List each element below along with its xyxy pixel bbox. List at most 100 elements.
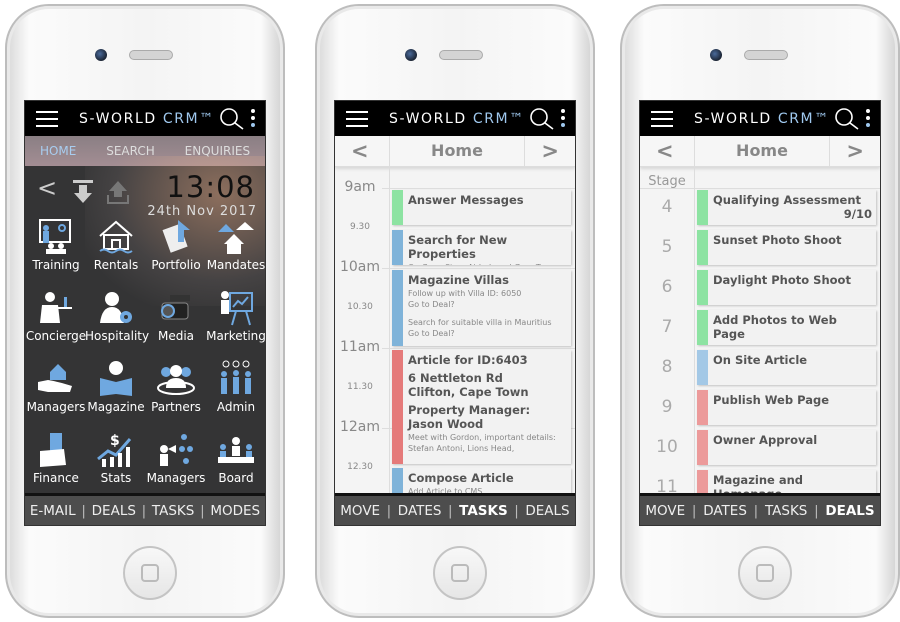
app-title-main: S-WORLD bbox=[79, 111, 157, 127]
tile-label: Training bbox=[32, 258, 80, 272]
event-note bbox=[408, 310, 567, 318]
next-button[interactable]: > bbox=[541, 139, 559, 163]
tile-hospitality[interactable]: Hospitality bbox=[85, 289, 150, 343]
stage-number: 9 bbox=[661, 397, 673, 417]
more-options-icon[interactable] bbox=[561, 109, 565, 130]
more-options-icon[interactable] bbox=[251, 109, 255, 130]
stage-header: Stage bbox=[648, 174, 686, 189]
training-icon bbox=[39, 219, 71, 254]
separator: | bbox=[814, 502, 819, 519]
screen-2: S-WORLD CRM™ < Home >9am 9.30 10am 10.30 11am 1… bbox=[334, 100, 576, 526]
tile-portfolio[interactable]: Portfolio bbox=[145, 218, 207, 272]
event-title: Magazine Villas bbox=[408, 273, 509, 287]
tile-concierge[interactable]: Concierge bbox=[25, 289, 87, 343]
home-button[interactable] bbox=[433, 546, 487, 600]
tile-label: Managers bbox=[26, 400, 86, 414]
tile-label: Hospitality bbox=[85, 329, 150, 343]
prev-button[interactable]: < bbox=[351, 139, 369, 163]
search-icon[interactable] bbox=[834, 107, 860, 131]
tab-home[interactable]: HOME bbox=[40, 144, 76, 158]
bottom-dates-button[interactable]: DATES bbox=[703, 503, 747, 519]
deal-title: Publish Web Page bbox=[713, 393, 829, 407]
deal-card[interactable]: Daylight Photo Shoot bbox=[697, 270, 876, 305]
tile-media[interactable]: Media bbox=[145, 289, 207, 343]
download-icon[interactable] bbox=[72, 179, 94, 205]
more-options-icon[interactable] bbox=[866, 109, 870, 130]
bottom-bar: MOVE | DATES | TASKS | DEALS bbox=[640, 493, 880, 525]
time-label: 10am bbox=[339, 259, 381, 275]
deal-card[interactable]: Sunset Photo Shoot bbox=[697, 230, 876, 265]
deal-title: Daylight Photo Shoot bbox=[713, 273, 851, 287]
search-icon[interactable] bbox=[529, 107, 555, 131]
tab-enquiries[interactable]: ENQUIRIES bbox=[185, 144, 250, 158]
tile-partners[interactable]: Partners bbox=[145, 360, 207, 414]
bottom-tasks-button[interactable]: TASKS bbox=[152, 503, 194, 519]
tile-managers[interactable]: Managers bbox=[25, 360, 87, 414]
tile-marketing[interactable]: Marketing bbox=[205, 289, 265, 343]
bottom-e-mail-button[interactable]: E-MAIL bbox=[30, 503, 76, 519]
event-detail: 6 Nettleton Rd bbox=[408, 371, 503, 385]
tab-search[interactable]: SEARCH bbox=[106, 144, 155, 158]
hour-line bbox=[382, 268, 575, 269]
bottom-deals-button[interactable]: DEALS bbox=[92, 503, 136, 519]
deal-color-bar bbox=[697, 390, 708, 425]
bottom-tasks-button[interactable]: TASKS bbox=[765, 503, 807, 519]
deal-card[interactable]: Owner Approval bbox=[697, 430, 876, 465]
time-label: 10.30 bbox=[347, 302, 373, 312]
separator: | bbox=[448, 502, 453, 519]
hour-line bbox=[382, 188, 575, 189]
phone-3: S-WORLD CRM™ < Home > Stage 4 Qualifying Asse… bbox=[620, 4, 900, 618]
event-card[interactable]: Magazine Villas Follow up with Villa ID: … bbox=[392, 270, 571, 346]
upload-icon[interactable] bbox=[107, 179, 129, 205]
house-icon bbox=[99, 220, 133, 254]
time-label: 9am bbox=[344, 179, 376, 195]
bottom-move-button[interactable]: MOVE bbox=[645, 503, 685, 519]
deal-card[interactable]: Add Photos to Web Page bbox=[697, 310, 876, 345]
phone-2: S-WORLD CRM™ < Home >9am 9.30 10am 10.30 11am 1… bbox=[315, 4, 595, 618]
tile-mandates[interactable]: Mandates bbox=[205, 218, 265, 272]
bottom-modes-button[interactable]: MODES bbox=[210, 503, 260, 519]
app-header: S-WORLD CRM™ bbox=[25, 101, 265, 136]
tile-label: Board bbox=[218, 471, 254, 485]
tile-board[interactable]: Board bbox=[205, 431, 265, 485]
app-title-accent: CRM™ bbox=[162, 111, 215, 127]
camera bbox=[95, 49, 107, 61]
event-card[interactable]: Article for ID:6403 6 Nettleton Rd Clifton… bbox=[392, 350, 571, 464]
separator: | bbox=[386, 502, 392, 519]
event-note: Search for suitable villa in Mauritius bbox=[408, 318, 552, 327]
home-button[interactable] bbox=[738, 546, 792, 600]
menu-icon[interactable] bbox=[346, 111, 368, 127]
separator: | bbox=[81, 502, 86, 519]
back-button[interactable]: < bbox=[37, 174, 57, 202]
tile-stats[interactable]: $ Stats bbox=[85, 431, 147, 485]
home-button[interactable] bbox=[123, 546, 177, 600]
bottom-dates-button[interactable]: DATES bbox=[398, 503, 442, 519]
event-note: Stefan Antoni, Lions Head, bbox=[408, 443, 515, 453]
tile-rentals[interactable]: Rentals bbox=[85, 218, 147, 272]
menu-icon[interactable] bbox=[36, 111, 58, 127]
prev-button[interactable]: < bbox=[656, 139, 674, 163]
bottom-tasks-button[interactable]: TASKS bbox=[459, 503, 508, 519]
bottom-deals-button[interactable]: DEALS bbox=[825, 503, 874, 519]
deal-color-bar bbox=[697, 190, 708, 225]
tile-training[interactable]: Training bbox=[25, 218, 87, 272]
date-nav: < Home > bbox=[640, 136, 880, 167]
tile-label: Media bbox=[157, 329, 195, 343]
bottom-deals-button[interactable]: DEALS bbox=[525, 503, 569, 519]
deal-card[interactable]: Publish Web Page bbox=[697, 390, 876, 425]
event-card[interactable]: Search for New Properties On Cape Stay, A… bbox=[392, 230, 571, 265]
tile-finance[interactable]: Finance bbox=[25, 431, 87, 485]
search-icon[interactable] bbox=[219, 107, 245, 131]
menu-icon[interactable] bbox=[651, 111, 673, 127]
event-card[interactable]: Answer Messages bbox=[392, 190, 571, 225]
bottom-move-button[interactable]: MOVE bbox=[340, 503, 380, 519]
tile-managers[interactable]: Managers bbox=[145, 431, 207, 485]
event-color-bar bbox=[392, 230, 403, 265]
separator: | bbox=[691, 502, 697, 519]
deal-color-bar bbox=[697, 310, 708, 345]
deal-card[interactable]: On Site Article bbox=[697, 350, 876, 385]
tile-magazine[interactable]: Magazine bbox=[85, 360, 147, 414]
next-button[interactable]: > bbox=[846, 139, 864, 163]
tile-admin[interactable]: Admin bbox=[205, 360, 265, 414]
deal-card[interactable]: Qualifying Assessment 9/10 bbox=[697, 190, 876, 225]
